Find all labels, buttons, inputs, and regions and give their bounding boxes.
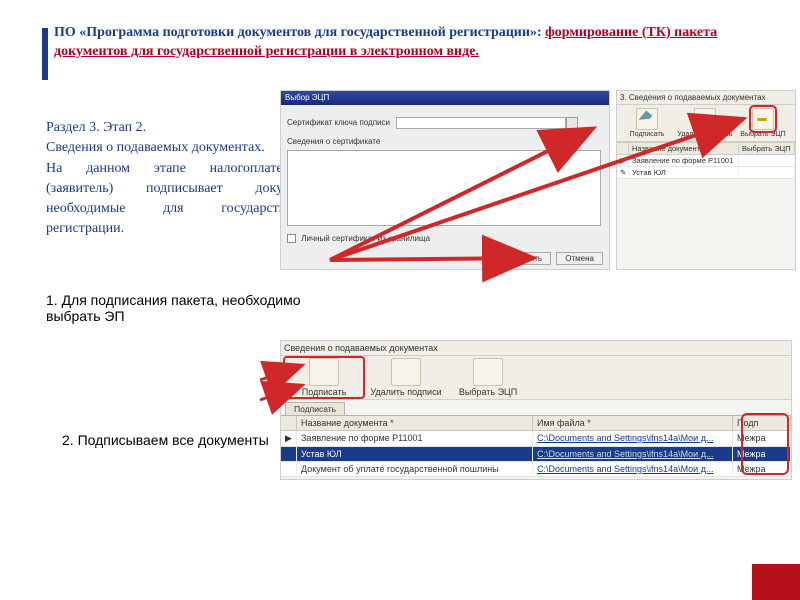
accent-bar bbox=[42, 28, 48, 80]
slide-title: ПО «Программа подготовки документов для … bbox=[54, 24, 754, 62]
panel3-toolbar: Подписать Удалить подписи Выбрать ЭЦП bbox=[281, 356, 791, 400]
screenshot-doc-panel-large: Сведения о подаваемых документах Подписа… bbox=[280, 340, 792, 480]
key-icon bbox=[752, 108, 774, 130]
sign-button-large[interactable]: Подписать bbox=[285, 358, 363, 397]
pen-icon bbox=[636, 108, 658, 130]
dialog-titlebar: Выбор ЭЦП bbox=[281, 91, 609, 105]
screenshot-doc-panel-small: 3. Сведения о подаваемых документах Подп… bbox=[616, 90, 796, 270]
panel-section-title: 3. Сведения о подаваемых документах bbox=[617, 91, 795, 105]
table-row[interactable]: ✎ Устав ЮЛ bbox=[617, 167, 795, 179]
delete-icon bbox=[391, 358, 421, 386]
personal-cert-checkbox[interactable] bbox=[287, 234, 296, 243]
cancel-button[interactable]: Отмена bbox=[556, 252, 603, 265]
panel-grid-header: Название документа Выбрать ЭЦП bbox=[617, 142, 795, 155]
delete-sign-button-large[interactable]: Удалить подписи bbox=[367, 358, 445, 397]
title-line1: ПО «Программа подготовки документов для … bbox=[54, 25, 542, 40]
highlight-sign-column bbox=[741, 413, 789, 475]
screenshot-cert-dialog: Выбор ЭЦП Сертификат ключа подписи Сведе… bbox=[280, 90, 610, 270]
apply-button[interactable]: Применить bbox=[492, 252, 551, 265]
select-ecp-button[interactable]: Выбрать ЭЦП bbox=[735, 108, 791, 138]
grid3-col-selector bbox=[281, 416, 297, 430]
table-row[interactable]: ▶ Заявление по форме Р11001 C:\Documents… bbox=[281, 431, 791, 447]
panel-toolbar: Подписать Удалить подпись Выбрать ЭЦП bbox=[617, 105, 795, 142]
grid3-col-docname: Название документа * bbox=[297, 416, 533, 430]
table-row[interactable]: ▶ Заявление по форме Р11001 bbox=[617, 155, 795, 167]
grid-col-selector bbox=[617, 143, 629, 154]
label-cert-info: Сведения о сертификате bbox=[287, 137, 380, 146]
step-1-text: 1. Для подписания пакета, необходимо выб… bbox=[46, 292, 326, 324]
panel3-grid: Название документа * Имя файла * Подп ▶ … bbox=[281, 415, 791, 477]
pen-icon bbox=[309, 358, 339, 386]
grid-col-ecp: Выбрать ЭЦП bbox=[739, 143, 795, 154]
grid3-col-filename: Имя файла * bbox=[533, 416, 733, 430]
cert-info-box bbox=[287, 150, 601, 226]
delete-sign-button[interactable]: Удалить подпись bbox=[677, 108, 733, 138]
panel3-section-title: Сведения о подаваемых документах bbox=[281, 341, 791, 356]
grid-col-docname: Название документа bbox=[629, 143, 739, 154]
select-ecp-button-large[interactable]: Выбрать ЭЦП bbox=[449, 358, 527, 397]
label-cert: Сертификат ключа подписи bbox=[287, 118, 390, 127]
personal-cert-label: Личный сертификат из хранилища bbox=[301, 234, 430, 243]
tab-sign[interactable]: Подписать bbox=[285, 402, 345, 415]
step-2-text: 2. Подписываем все документы bbox=[62, 432, 302, 448]
slide-corner-accent bbox=[752, 564, 800, 600]
sign-button[interactable]: Подписать bbox=[619, 108, 675, 138]
table-row[interactable]: Устав ЮЛ C:\Documents and Settings\ifns1… bbox=[281, 447, 791, 462]
cert-combo-drop-icon[interactable] bbox=[566, 117, 578, 129]
table-row[interactable]: Документ об уплате государственной пошли… bbox=[281, 462, 791, 477]
key-icon bbox=[473, 358, 503, 386]
cert-combo[interactable] bbox=[396, 117, 566, 129]
delete-icon bbox=[694, 108, 716, 130]
